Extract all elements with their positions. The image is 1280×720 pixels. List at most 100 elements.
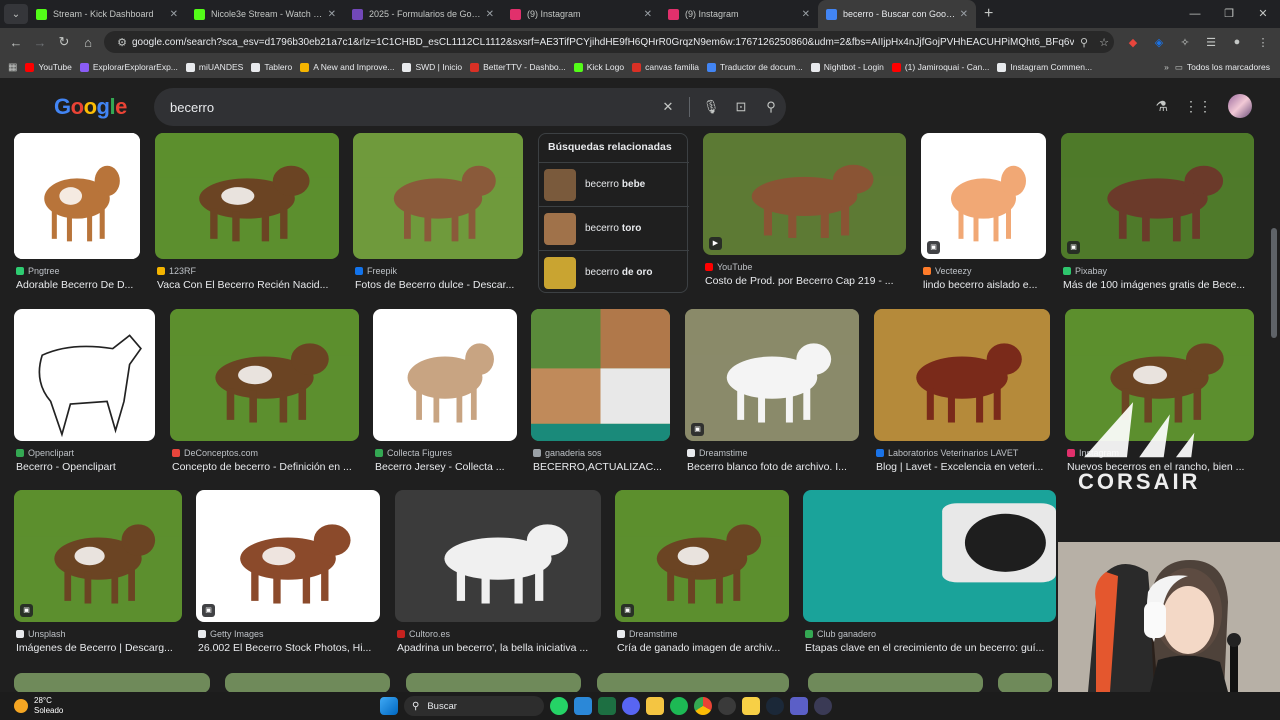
more-bookmarks-icon[interactable]: » [1164,62,1169,72]
result-title[interactable]: Cría de ganado imagen de archiv... [617,642,791,654]
excel-icon[interactable] [598,697,616,715]
apps-grid-icon[interactable]: ▦ [8,62,17,73]
result-thumbnail[interactable] [685,309,859,441]
reading-list-icon[interactable]: ☰ [1198,36,1224,49]
image-result-partial[interactable] [808,673,983,693]
result-source[interactable]: YouTube [705,262,752,272]
result-source[interactable]: Collecta Figures [375,448,452,458]
windows-start-icon[interactable] [380,697,398,715]
result-thumbnail[interactable] [998,673,1052,693]
close-tab-icon[interactable]: ✕ [960,9,968,20]
result-thumbnail[interactable] [225,673,390,693]
result-thumbnail[interactable] [14,309,155,441]
search-icon[interactable]: ⚲ [756,99,786,115]
google-logo[interactable]: Google [54,94,127,120]
search-input[interactable]: becerro [170,100,653,115]
apps-grid-icon[interactable]: ⋮⋮ [1184,98,1212,115]
result-source[interactable]: Unsplash [16,629,66,639]
related-search-item[interactable]: becerro bebe [539,162,689,206]
app-icon[interactable] [814,697,832,715]
extension-icon[interactable]: ◈ [1146,36,1172,49]
related-search-item[interactable]: becerro de oro [539,250,689,294]
result-title[interactable]: Concepto de becerro - Definición en ... [172,461,361,473]
image-result[interactable]: ▣ Unsplash Imágenes de Becerro | Descarg..… [14,490,182,670]
bookmark-item[interactable]: miUANDES [185,62,243,72]
close-tab-icon[interactable]: ✕ [170,9,178,20]
new-tab-button[interactable]: + [984,5,993,23]
lens-icon[interactable]: ⊡ [726,99,756,115]
weather-widget[interactable]: 28°C Soleado [14,696,63,716]
bookmark-item[interactable]: Kick Logo [573,62,624,72]
image-result[interactable]: ▣ Getty Images 26.002 El Becerro Stock Pho… [196,490,380,670]
image-result-partial[interactable] [597,673,789,693]
image-result[interactable]: Openclipart Becerro - Openclipart [14,309,155,489]
result-thumbnail[interactable] [373,309,517,441]
result-title[interactable]: Becerro - Openclipart [16,461,157,473]
result-thumbnail[interactable] [874,309,1050,441]
reload-icon[interactable]: ↻ [52,34,76,50]
result-source[interactable]: ganaderia sos [533,448,602,458]
close-window-icon[interactable]: ✕ [1246,0,1280,28]
bookmark-item[interactable]: Traductor de docum... [706,62,803,72]
all-bookmarks-link[interactable]: Todos los marcadores [1187,62,1270,72]
close-tab-icon[interactable]: ✕ [802,9,810,20]
related-search-item[interactable]: becerro toro [539,206,689,250]
result-source[interactable]: Freepik [355,266,397,276]
restore-icon[interactable]: ❐ [1212,0,1246,28]
scrollbar-thumb[interactable] [1271,228,1277,338]
bookmark-item[interactable]: SWD | Inicio [402,62,462,72]
result-title[interactable]: Becerro Jersey - Collecta ... [375,461,519,473]
bookmark-star-icon[interactable]: ☆ [1094,36,1114,49]
bookmark-item[interactable]: BetterTTV - Dashbo... [470,62,566,72]
result-source[interactable]: DeConceptos.com [172,448,258,458]
extensions-puzzle-icon[interactable]: ✧ [1172,36,1198,49]
result-title[interactable]: Más de 100 imágenes gratis de Bece... [1063,279,1256,291]
image-result-partial[interactable] [406,673,581,693]
result-title[interactable]: BECERRO,ACTUALIZAC... [533,461,672,473]
result-thumbnail[interactable] [170,309,359,441]
minimize-icon[interactable]: — [1178,0,1212,28]
bookmark-item[interactable]: Tablero [251,62,292,72]
labs-flask-icon[interactable]: ⚗ [1155,98,1168,115]
home-icon[interactable]: ⌂ [76,35,100,50]
tab-search-button[interactable]: ⌄ [4,4,28,24]
avatar[interactable] [1228,94,1252,118]
result-source[interactable]: Vecteezy [923,266,972,276]
chrome-icon[interactable] [694,697,712,715]
result-source[interactable]: Getty Images [198,629,264,639]
browser-tab[interactable]: (9) Instagram ✕ [660,0,818,28]
bookmark-item[interactable]: YouTube [25,62,72,72]
discord-icon[interactable] [622,697,640,715]
result-thumbnail[interactable] [395,490,601,622]
browser-tab[interactable]: Stream - Kick Dashboard ✕ [28,0,186,28]
result-thumbnail[interactable] [615,490,789,622]
result-source[interactable]: Club ganadero [805,629,876,639]
image-result[interactable]: DeConceptos.com Concepto de becerro - Def… [170,309,359,489]
microphone-icon[interactable]: 🎙 [696,99,726,115]
steam-icon[interactable] [766,697,784,715]
search-box[interactable]: becerro ✕ 🎙 ⊡ ⚲ [154,88,786,126]
close-tab-icon[interactable]: ✕ [486,9,494,20]
image-result[interactable]: Pngtree Adorable Becerro De D... [14,133,140,307]
browser-tab[interactable]: 2025 - Formularios de Google ✕ [344,0,502,28]
menu-dots-icon[interactable]: ⋮ [1250,36,1276,49]
result-thumbnail[interactable] [406,673,581,693]
image-result[interactable]: Laboratorios Veterinarios LAVET Blog | La… [874,309,1050,489]
image-result[interactable]: Cultoro.es Apadrina un becerro', la bella… [395,490,601,670]
bookmark-item[interactable]: Instagram Commen... [997,62,1092,72]
address-bar[interactable]: ⚙ google.com/search?sca_esv=d1796b30eb21… [104,31,1114,53]
result-thumbnail[interactable] [14,490,182,622]
bookmark-item[interactable]: ExplorarExplorarExp... [79,62,178,72]
site-info-icon[interactable]: ⚙ [112,36,132,49]
spotify-icon[interactable] [670,697,688,715]
profile-icon[interactable]: ● [1224,36,1250,48]
notes-icon[interactable] [574,697,592,715]
obs-icon[interactable] [718,697,736,715]
result-source[interactable]: Pngtree [16,266,60,276]
zoom-icon[interactable]: ⚲ [1074,36,1094,49]
image-result[interactable]: ▣ Pixabay Más de 100 imágenes gratis de Be… [1061,133,1254,307]
bookmark-item[interactable]: Nightbot - Login [810,62,884,72]
taskbar-search[interactable]: ⚲ Buscar [404,696,544,716]
result-title[interactable]: Fotos de Becerro dulce - Descar... [355,279,525,291]
image-result[interactable]: ▣ Dreamstime Becerro blanco foto de archiv… [685,309,859,489]
